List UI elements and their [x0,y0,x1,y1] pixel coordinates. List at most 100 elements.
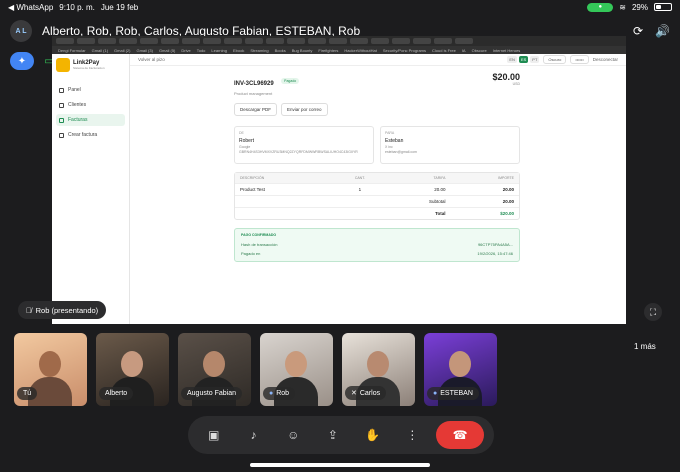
speaking-icon: ● [433,390,438,397]
nav-item-crear-factura[interactable]: Crear factura [56,129,125,141]
presenting-label: Rob (presentando) [35,305,99,315]
camera-toggle-button[interactable]: ▣ [198,421,230,449]
share-screen-button[interactable]: ⇪ [317,421,349,449]
lang-en[interactable]: EN [507,56,517,63]
brand-subtitle: Sistema de Facturacion [73,66,105,70]
participant-tile-carlos[interactable]: ✕ Carlos [342,333,415,406]
dark-mode-toggle[interactable]: Oscuro [543,55,567,64]
invoice-detail: INV-3CL96929 Pagado Product management $… [234,72,520,262]
participant-name: Rob [276,390,290,397]
gemini-button[interactable]: ✦ [10,52,34,70]
invoice-app: Link2Pay Sistema de Facturacion Panel Cl… [52,54,626,324]
nav-label: Crear factura [68,132,98,138]
from-label: DE [239,131,244,135]
bookmarks-bar: Dengi Formular Gmail (1) Gmail (2) Gmail (3… [52,46,626,54]
bookmark-item[interactable]: Cloud is Free [432,48,456,53]
participant-tile-you[interactable]: Tú [14,333,87,406]
bookmark-item[interactable]: Gmail (5) [159,48,175,53]
fullscreen-button[interactable]: ⛶ [644,303,662,321]
total-label: Total [435,211,446,216]
raise-hand-button[interactable]: ✋ [357,421,389,449]
table-row: Product Test 1 20.00 20.00 [235,184,519,196]
more-participants[interactable]: 1 más [634,342,656,351]
status-time: 9:10 p. m. [59,2,95,12]
disconnect-button[interactable]: Desconectar [593,57,618,62]
end-call-button[interactable]: ☎ [436,421,485,449]
nav-item-panel[interactable]: Panel [56,84,125,96]
bookmark-item[interactable]: Firefighters [318,48,338,53]
app-main: Volver al pizo EN ES PT Oscuro •••••• De… [130,54,626,324]
bookmark-item[interactable]: Streaming [250,48,268,53]
phone-hangup-icon: ☎ [452,428,468,442]
participant-name: ESTEBAN [440,390,473,397]
bookmark-item[interactable]: Internet Heroes [493,48,521,53]
send-email-button[interactable]: Enviar por correo [281,103,328,116]
bookmark-item[interactable]: Learning [211,48,227,53]
home-indicator[interactable] [250,463,430,467]
bookmark-item[interactable]: HackerWithoutHat [344,48,376,53]
col-rate: TARIFA [433,176,446,180]
line-items-table: DESCRIPCIÓN CANT. TARIFA IMPORTE Product… [234,172,520,220]
invoice-amount: $20.00 [492,72,520,82]
participant-tile-esteban[interactable]: ● ESTEBAN [424,333,497,406]
col-amount: IMPORTE [498,176,514,180]
speaker-icon[interactable]: 🔊 [655,24,670,38]
status-badge: Pagado [281,77,300,84]
item-amount: 20.00 [502,187,514,192]
nav-item-facturas[interactable]: Facturas [56,114,125,126]
wallet-address-chip: •••••• [570,55,589,64]
bookmark-item[interactable]: IA [462,48,466,53]
bookmark-item[interactable]: Drive [181,48,190,53]
bookmark-item[interactable]: Books [275,48,286,53]
paid-at-value: 19/2/2026, 15:47:46 [477,251,513,256]
bookmark-item[interactable]: Gmail (2) [114,48,130,53]
bookmark-item[interactable]: Obscure [472,48,487,53]
subtotal-row: Subtotal 20.00 [235,196,519,208]
lang-es[interactable]: ES [518,56,529,63]
item-qty: 1 [358,187,362,192]
bookmark-item[interactable]: Todo [197,48,206,53]
from-card: DE Robert Google GBRN4H4S3HVMXVZRU3MNQ2Z… [234,126,374,164]
nav-label: Panel [68,87,81,93]
download-pdf-button[interactable]: Descargar PDF [234,103,278,116]
transaction-hash-link[interactable]: 96CTP75PA4A5A... [478,242,513,247]
participant-tile-alberto[interactable]: Alberto [96,333,169,406]
back-link[interactable]: Volver al pizo [138,57,165,62]
group-avatar[interactable]: A L [10,20,32,42]
nav-item-clientes[interactable]: Clientes [56,99,125,111]
mic-off-icon: 🎙̸ [26,305,32,315]
bookmark-item[interactable]: Security/Ponc Programs [383,48,426,53]
bookmark-item[interactable]: Ebook [233,48,244,53]
bookmark-item[interactable]: Dengi Formular [58,48,86,53]
reactions-button[interactable]: ☺ [277,421,309,449]
paid-at-label: Pagado en [241,251,261,256]
to-label: PARA [385,131,395,135]
bookmark-item[interactable]: Bug Bounty [292,48,313,53]
bookmark-item[interactable]: Gmail (1) [92,48,108,53]
mic-toggle-button[interactable]: ♪ [238,421,270,449]
total-row: Total $20.00 [235,208,519,219]
app-topbar: Volver al pizo EN ES PT Oscuro •••••• De… [130,54,626,66]
bookmark-item[interactable]: Gmail (3) [136,48,152,53]
participant-tile-augusto-fabian[interactable]: Augusto Fabian [178,333,251,406]
brand-logo-icon [56,58,70,72]
participant-strip: Tú Alberto Augusto Fabian ● Rob ✕ Carlos ●… [14,333,497,406]
camera-icon: ▣ [208,428,220,442]
more-options-button[interactable]: ⋮ [396,421,428,449]
table-header: DESCRIPCIÓN CANT. TARIFA IMPORTE [235,173,519,184]
participant-name: Tú [23,390,32,397]
wifi-icon: ≋ [619,2,626,12]
switch-camera-icon[interactable]: ⟳ [633,24,643,38]
item-description: Product Test [240,187,265,192]
to-email: esteban@gmail.com [385,150,417,154]
language-switcher: EN ES PT [507,56,540,63]
back-to-app-link[interactable]: ◀ WhatsApp [8,3,53,12]
lang-pt[interactable]: PT [530,56,540,63]
item-rate: 20.00 [434,187,446,192]
participant-name: Augusto Fabian [187,390,237,397]
shared-screen: Dengi Formular Gmail (1) Gmail (2) Gmail (3… [52,36,626,324]
mic-icon: ♪ [250,428,257,442]
hash-label: Hash de transacción [241,242,278,247]
nav-label: Facturas [68,117,88,123]
participant-tile-rob[interactable]: ● Rob [260,333,333,406]
